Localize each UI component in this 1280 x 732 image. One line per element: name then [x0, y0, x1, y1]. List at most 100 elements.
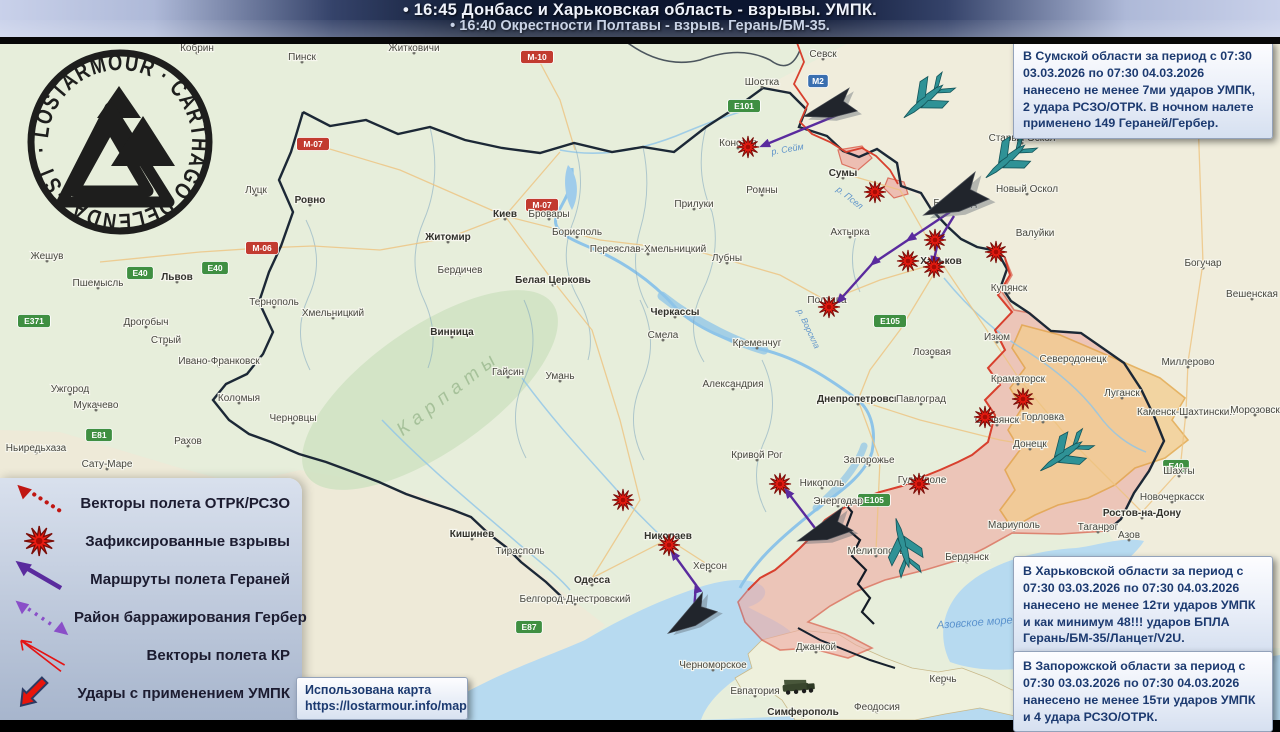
otrk-legend-icon — [8, 483, 74, 523]
legend-label: Векторы полета КР — [74, 647, 294, 664]
city-label: Морозовск — [1230, 405, 1280, 416]
city-label: Рахов — [174, 436, 202, 447]
city-label: Харьков — [920, 256, 962, 267]
city-label: Борисполь — [552, 227, 602, 238]
city-label: Керчь — [929, 674, 956, 685]
legend-row: Зафиксированные взрывы — [0, 522, 302, 560]
city-label: Одесса — [574, 575, 611, 586]
city-label: Черкассы — [651, 307, 700, 318]
legend-label: Маршруты полета Гераней — [74, 571, 294, 588]
city-label: Ньиредьхаза — [6, 443, 67, 454]
city-label: Миллерово — [1161, 357, 1214, 368]
city-label: Евпатория — [730, 686, 779, 697]
legend-row: Векторы полета КР — [0, 636, 302, 674]
road-badge-label: E101 — [734, 101, 754, 111]
geran-legend-icon — [8, 559, 74, 599]
city-label: Луцк — [245, 185, 267, 196]
road-badge-label: E40 — [132, 268, 147, 278]
legend-items: Векторы полета ОТРК/РСЗО Зафиксированные … — [0, 484, 302, 712]
city-label: Бровары — [528, 209, 569, 220]
city-label: Кривой Рог — [731, 450, 783, 461]
city-label: Богучар — [1184, 258, 1222, 269]
city-label: Джанкой — [796, 642, 836, 653]
city-label: Ростов-на-Дону — [1103, 508, 1182, 519]
city-label: Ромны — [746, 185, 777, 196]
attribution-caption: Использована карта — [305, 682, 459, 698]
city-label: Таганрог — [1078, 522, 1119, 533]
city-label: Вешенская — [1226, 289, 1278, 300]
attribution-url: https://lostarmour.info/map — [305, 698, 459, 714]
city-label: Умань — [545, 371, 574, 382]
city-label: Новочеркасск — [1140, 492, 1205, 503]
city-label: Энергодар — [813, 496, 863, 507]
road-badge-label: М-10 — [527, 52, 547, 62]
map-attribution: Использована карта https://lostarmour.in… — [296, 677, 468, 720]
city-label: Запорожье — [843, 455, 894, 466]
city-label: Стрый — [151, 335, 181, 346]
legend-label: Район барражирования Гербер — [74, 609, 311, 626]
city-label: Лозовая — [913, 347, 951, 358]
city-label: Феодосия — [854, 702, 900, 713]
page: { "ticker": { "line1": "• 16:45 Донбасс … — [0, 0, 1280, 720]
gerber-legend-icon — [8, 597, 74, 637]
city-label: Прилуки — [674, 199, 713, 210]
city-label: Пинск — [288, 52, 316, 63]
city-label: Хмельницкий — [302, 308, 364, 319]
legend-row: Векторы полета ОТРК/РСЗО — [0, 484, 302, 522]
road-badge-label: E40 — [207, 263, 222, 273]
burst-legend-icon — [8, 521, 74, 561]
lostarmour-stamp: · LOSTARMOUR · CARTHAGO DELENDA EST — [22, 44, 218, 240]
legend-label: Удары с применением УМПК — [74, 685, 294, 702]
city-label: Донецк — [1013, 439, 1047, 450]
road-badge-label: М-06 — [252, 243, 272, 253]
city-label: Ивано-Франковск — [178, 356, 260, 367]
city-label: Шахты — [1163, 466, 1194, 477]
city-label: Житковичи — [388, 43, 439, 54]
road-badge-label: E105 — [864, 495, 884, 505]
legend-label: Зафиксированные взрывы — [74, 533, 294, 550]
ticker-line-1: • 16:45 Донбасс и Харьковская область - … — [0, 0, 1280, 20]
ticker-line-2: • 16:40 Окрестности Полтавы - взрыв. Гер… — [0, 18, 1280, 34]
city-label: Смела — [648, 330, 679, 341]
info-box-sumy: В Сумской области за период с 07:30 03.0… — [1013, 41, 1273, 139]
city-label: Лубны — [712, 252, 742, 264]
city-label: Днепропетровск — [817, 394, 900, 405]
city-label: Винница — [430, 327, 474, 338]
legend-row: Удары с применением УМПК — [0, 674, 302, 712]
info-box-kharkiv: В Харьковской области за период с 07:30 … — [1013, 556, 1273, 654]
city-label: Мариуполь — [988, 520, 1040, 531]
city-label: Каменск-Шахтинский — [1137, 407, 1235, 418]
city-label: Никополь — [800, 478, 845, 489]
city-label: Ахтырка — [830, 227, 869, 238]
city-label: Краматорск — [991, 374, 1046, 385]
city-label: Шостка — [745, 77, 780, 88]
road-badge-label: М2 — [812, 76, 824, 86]
road-badge-label: E87 — [521, 622, 536, 632]
city-label: Львов — [161, 272, 192, 283]
city-label: Павлоград — [896, 394, 946, 405]
map-frame-strip — [0, 37, 1280, 44]
city-label: Коломыя — [218, 393, 260, 404]
city-label: Житомир — [424, 232, 471, 243]
city-label: Дрогобыч — [123, 316, 168, 328]
city-label: Черноморское — [679, 660, 747, 671]
legend-label: Векторы полета ОТРК/РСЗО — [74, 495, 294, 512]
event-ticker: • 16:45 Донбасс и Харьковская область - … — [0, 0, 1280, 37]
city-label: Луганск — [1104, 388, 1140, 399]
city-label: Валуйки — [1016, 228, 1055, 239]
city-label: Сумы — [829, 168, 858, 179]
road-badge-label: E81 — [91, 430, 106, 440]
umpk-legend-icon — [8, 673, 74, 713]
legend-row: Район барражирования Гербер — [0, 598, 302, 636]
stamp-monogram — [62, 86, 175, 202]
city-label: Черновцы — [269, 413, 316, 424]
city-label: Симферополь — [767, 706, 838, 718]
city-label: Севск — [809, 49, 837, 60]
road-badge-label: E371 — [24, 316, 44, 326]
city-label: Азов — [1118, 530, 1140, 541]
city-label: Северодонецк — [1039, 354, 1107, 365]
city-label: Тернополь — [249, 297, 299, 308]
city-label: Купянск — [991, 283, 1028, 294]
city-label: Изюм — [984, 332, 1010, 343]
city-label: Переяслав-Хмельницкий — [590, 244, 707, 255]
